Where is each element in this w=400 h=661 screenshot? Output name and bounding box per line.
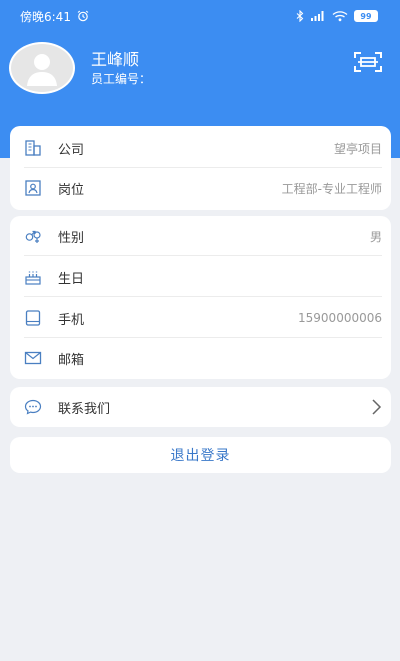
- wifi-icon: [332, 10, 348, 22]
- cell-signal-icon: [310, 10, 326, 22]
- scan-button[interactable]: [352, 49, 384, 75]
- position-row[interactable]: 岗位 工程部-专业工程师: [24, 168, 382, 208]
- position-value: 工程部-专业工程师: [281, 181, 382, 196]
- user-silhouette-icon: [27, 54, 57, 86]
- gender-row[interactable]: 性别 男: [24, 216, 382, 256]
- status-time: 傍晚6:41: [20, 9, 71, 24]
- gender-value: 男: [369, 229, 382, 244]
- logout-button[interactable]: 退出登录: [10, 437, 391, 473]
- phone-label: 手机: [58, 312, 85, 328]
- battery-indicator: 99: [354, 10, 378, 22]
- chevron-right-icon: [370, 398, 382, 416]
- personal-info-card: 性别 男 生日 手机 15900000006 邮箱: [10, 216, 391, 379]
- email-label: 邮箱: [58, 352, 85, 368]
- email-row[interactable]: 邮箱: [24, 338, 382, 378]
- building-icon: [24, 139, 42, 157]
- position-label: 岗位: [58, 182, 85, 198]
- contact-us-card[interactable]: 联系我们: [10, 387, 391, 427]
- company-value: 望亭项目: [333, 141, 382, 156]
- scan-icon: [354, 52, 382, 72]
- envelope-icon: [24, 349, 42, 367]
- phone-row[interactable]: 手机 15900000006: [24, 298, 382, 338]
- avatar[interactable]: [9, 42, 75, 94]
- company-row[interactable]: 公司 望亭项目: [24, 128, 382, 168]
- divider: [24, 255, 382, 256]
- contact-us-row[interactable]: 联系我们: [24, 387, 382, 427]
- id-badge-icon: [24, 179, 42, 197]
- divider: [24, 296, 382, 297]
- birthday-label: 生日: [58, 271, 85, 287]
- bluetooth-icon: [296, 10, 304, 22]
- birthday-row[interactable]: 生日: [24, 257, 382, 297]
- contact-us-label: 联系我们: [58, 401, 111, 417]
- cake-icon: [24, 268, 42, 286]
- alarm-clock-icon: [77, 10, 89, 22]
- company-label: 公司: [58, 142, 85, 158]
- employee-number-label: 员工编号：: [91, 72, 152, 86]
- gender-label: 性别: [58, 230, 85, 246]
- gender-icon: [24, 227, 42, 245]
- phone-value: 15900000006: [298, 311, 382, 325]
- user-name: 王峰顺: [91, 50, 140, 69]
- phone-icon: [24, 309, 42, 327]
- chat-bubble-icon: [24, 398, 42, 416]
- work-info-card: 公司 望亭项目 岗位 工程部-专业工程师: [10, 126, 391, 210]
- status-bar: 傍晚6:41 99: [0, 0, 400, 32]
- logout-label: 退出登录: [170, 448, 231, 464]
